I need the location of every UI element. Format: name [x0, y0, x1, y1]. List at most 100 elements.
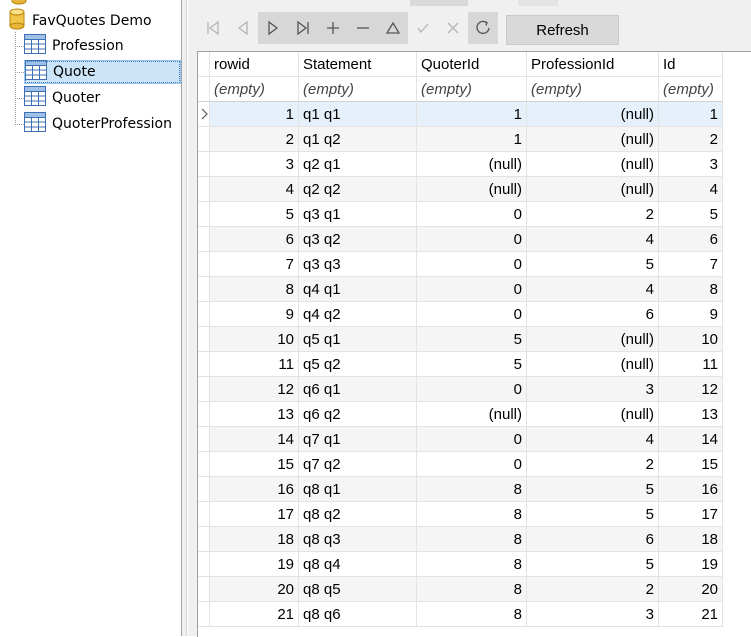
cell-rowid[interactable]: 4 — [210, 177, 299, 202]
cell-professionid[interactable]: 3 — [527, 377, 659, 402]
cell-rowid[interactable]: 14 — [210, 427, 299, 452]
cell-rowid[interactable]: 9 — [210, 302, 299, 327]
prior-record-button[interactable] — [228, 12, 258, 44]
cell-statement[interactable]: q1 q2 — [299, 127, 417, 152]
cell-statement[interactable]: q2 q2 — [299, 177, 417, 202]
table-row[interactable]: 6 q3 q2 0 4 6 — [198, 227, 723, 252]
cell-rowid[interactable]: 20 — [210, 577, 299, 602]
cell-rowid[interactable]: 17 — [210, 502, 299, 527]
cell-statement[interactable]: q8 q2 — [299, 502, 417, 527]
row-indicator[interactable] — [198, 452, 210, 477]
cell-statement[interactable]: q3 q2 — [299, 227, 417, 252]
cell-rowid[interactable]: 19 — [210, 552, 299, 577]
row-indicator[interactable] — [198, 152, 210, 177]
filter-cell-id[interactable]: (empty) — [659, 77, 723, 102]
tab-stub[interactable] — [518, 0, 558, 6]
cell-id[interactable]: 19 — [659, 552, 723, 577]
table-row[interactable]: 5 q3 q1 0 2 5 — [198, 202, 723, 227]
last-record-button[interactable] — [288, 12, 318, 44]
row-indicator[interactable] — [198, 602, 210, 627]
table-row[interactable]: 12 q6 q1 0 3 12 — [198, 377, 723, 402]
cell-id[interactable]: 17 — [659, 502, 723, 527]
cell-id[interactable]: 11 — [659, 352, 723, 377]
tree-item-quoter[interactable]: Quoter — [24, 86, 181, 110]
row-indicator[interactable] — [198, 177, 210, 202]
cell-quoterid[interactable]: 8 — [417, 527, 527, 552]
post-edit-button[interactable] — [408, 12, 438, 44]
cell-id[interactable]: 21 — [659, 602, 723, 627]
row-indicator[interactable] — [198, 527, 210, 552]
cell-professionid[interactable]: 4 — [527, 277, 659, 302]
row-indicator[interactable] — [198, 202, 210, 227]
row-indicator[interactable] — [198, 227, 210, 252]
cell-quoterid[interactable]: 8 — [417, 552, 527, 577]
table-row[interactable]: 4 q2 q2 (null) (null) 4 — [198, 177, 723, 202]
cell-statement[interactable]: q6 q1 — [299, 377, 417, 402]
cell-professionid[interactable]: 4 — [527, 227, 659, 252]
cell-quoterid[interactable]: (null) — [417, 152, 527, 177]
table-row[interactable]: 2 q1 q2 1 (null) 2 — [198, 127, 723, 152]
table-row[interactable]: 17 q8 q2 8 5 17 — [198, 502, 723, 527]
next-record-button[interactable] — [258, 12, 288, 44]
cell-quoterid[interactable]: 8 — [417, 477, 527, 502]
cell-rowid[interactable]: 1 — [210, 102, 299, 127]
table-row[interactable]: 1 q1 q1 1 (null) 1 — [198, 102, 723, 127]
filter-cell-statement[interactable]: (empty) — [299, 77, 417, 102]
tree-item-quoterprofession[interactable]: QuoterProfession — [24, 112, 181, 136]
cell-professionid[interactable]: (null) — [527, 352, 659, 377]
cell-id[interactable]: 16 — [659, 477, 723, 502]
cell-id[interactable]: 20 — [659, 577, 723, 602]
table-row[interactable]: 11 q5 q2 5 (null) 11 — [198, 352, 723, 377]
cell-quoterid[interactable]: 0 — [417, 452, 527, 477]
cell-professionid[interactable]: 5 — [527, 502, 659, 527]
cell-id[interactable]: 1 — [659, 102, 723, 127]
table-row[interactable]: 18 q8 q3 8 6 18 — [198, 527, 723, 552]
cell-id[interactable]: 5 — [659, 202, 723, 227]
delete-record-button[interactable] — [348, 12, 378, 44]
row-indicator[interactable] — [198, 302, 210, 327]
cell-professionid[interactable]: 6 — [527, 302, 659, 327]
cell-id[interactable]: 7 — [659, 252, 723, 277]
table-row[interactable]: 3 q2 q1 (null) (null) 3 — [198, 152, 723, 177]
cell-rowid[interactable]: 13 — [210, 402, 299, 427]
cell-professionid[interactable]: 3 — [527, 602, 659, 627]
table-row[interactable]: 20 q8 q5 8 2 20 — [198, 577, 723, 602]
cell-quoterid[interactable]: 5 — [417, 352, 527, 377]
cell-statement[interactable]: q5 q2 — [299, 352, 417, 377]
data-grid[interactable]: rowid Statement QuoterId ProfessionId Id… — [197, 51, 751, 637]
cell-id[interactable]: 13 — [659, 402, 723, 427]
cell-rowid[interactable]: 18 — [210, 527, 299, 552]
row-indicator[interactable] — [198, 252, 210, 277]
cell-rowid[interactable]: 8 — [210, 277, 299, 302]
row-indicator[interactable] — [198, 427, 210, 452]
cell-statement[interactable]: q8 q5 — [299, 577, 417, 602]
row-indicator[interactable] — [198, 502, 210, 527]
row-indicator[interactable] — [198, 127, 210, 152]
cell-id[interactable]: 8 — [659, 277, 723, 302]
table-row[interactable]: 8 q4 q1 0 4 8 — [198, 277, 723, 302]
table-row[interactable]: 7 q3 q3 0 5 7 — [198, 252, 723, 277]
cell-quoterid[interactable]: 1 — [417, 127, 527, 152]
table-row[interactable]: 19 q8 q4 8 5 19 — [198, 552, 723, 577]
row-indicator[interactable] — [198, 352, 210, 377]
table-row[interactable]: 13 q6 q2 (null) (null) 13 — [198, 402, 723, 427]
cell-statement[interactable]: q7 q1 — [299, 427, 417, 452]
tree-root-favquotes[interactable]: FavQuotes Demo — [8, 8, 152, 33]
filter-cell-rowid[interactable]: (empty) — [210, 77, 299, 102]
cell-professionid[interactable]: 6 — [527, 527, 659, 552]
column-header-quoterid[interactable]: QuoterId — [417, 52, 527, 77]
column-header-statement[interactable]: Statement — [299, 52, 417, 77]
cell-statement[interactable]: q8 q3 — [299, 527, 417, 552]
cell-id[interactable]: 9 — [659, 302, 723, 327]
row-indicator[interactable] — [198, 477, 210, 502]
cell-professionid[interactable]: 5 — [527, 252, 659, 277]
edit-record-button[interactable] — [378, 12, 408, 44]
table-row[interactable]: 14 q7 q1 0 4 14 — [198, 427, 723, 452]
cell-statement[interactable]: q8 q1 — [299, 477, 417, 502]
row-indicator[interactable] — [198, 277, 210, 302]
cell-id[interactable]: 2 — [659, 127, 723, 152]
cell-quoterid[interactable]: 0 — [417, 302, 527, 327]
cell-professionid[interactable]: (null) — [527, 152, 659, 177]
row-indicator[interactable] — [198, 552, 210, 577]
cell-quoterid[interactable]: 8 — [417, 502, 527, 527]
